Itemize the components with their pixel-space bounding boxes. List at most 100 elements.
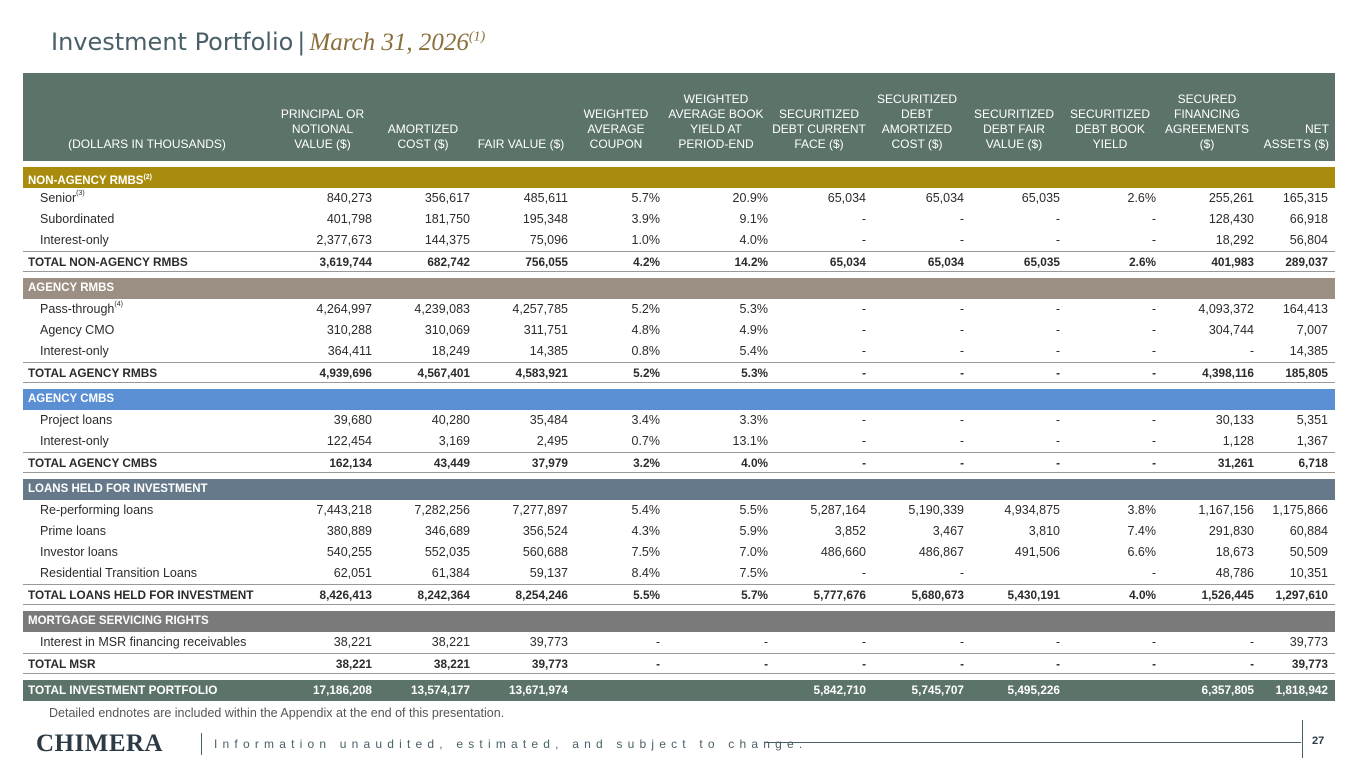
cell: 4,264,997	[316, 302, 372, 316]
row-label: TOTAL NON-AGENCY RMBS	[28, 255, 188, 269]
cell: -	[764, 657, 768, 671]
title-date: March 31, 2026(1)	[309, 29, 486, 56]
cell: 18,249	[431, 344, 470, 358]
row-label-text: Pass-through	[40, 302, 115, 316]
cell: 3.4%	[631, 413, 661, 427]
cell: 552,035	[424, 545, 470, 559]
cell: -	[861, 344, 866, 358]
cell: 8,426,413	[319, 588, 372, 602]
table-row: Agency CMO 310,288 310,069 311,751 4.8% 4.9% -…	[23, 320, 1335, 341]
cell: -	[763, 635, 768, 649]
section-header: NON-AGENCY RMBS(2)	[23, 167, 1335, 188]
footer-divider	[201, 733, 202, 755]
cell: 50,509	[1289, 545, 1328, 559]
cell: -	[959, 344, 964, 358]
cell: 181,750	[424, 212, 470, 226]
cell: -	[1249, 344, 1254, 358]
cell: 10,351	[1289, 566, 1328, 580]
cell: 144,375	[424, 233, 470, 247]
cell: 5.5%	[633, 588, 660, 602]
table-row: Prime loans 380,889 346,689 356,524 4.3% 5.9%…	[23, 521, 1335, 542]
cell: 310,069	[424, 323, 470, 337]
section-header: AGENCY CMBS	[23, 389, 1335, 410]
cell: 65,034	[927, 255, 964, 269]
title-footnote: (1)	[468, 29, 486, 45]
cell: -	[1250, 657, 1254, 671]
cell: 39,773	[1291, 657, 1328, 671]
row-label-text: Senior	[40, 191, 77, 205]
cell: 3,810	[1028, 524, 1060, 538]
cell: 4.0%	[739, 233, 769, 247]
cell: 65,034	[829, 255, 866, 269]
cell: 1,167,156	[1198, 503, 1254, 517]
cell: -	[861, 323, 866, 337]
cell: 4.8%	[631, 323, 661, 337]
row-label: TOTAL LOANS HELD FOR INVESTMENT	[28, 588, 254, 602]
cell: 4,398,116	[1202, 366, 1254, 380]
cell: -	[1151, 566, 1156, 580]
cell: -	[1151, 413, 1156, 427]
column-header: PRINCIPAL OR NOTIONAL VALUE ($)	[280, 107, 365, 151]
cell: 4,939,696	[319, 366, 372, 380]
row-label: Residential Transition Loans	[23, 563, 271, 584]
cell: -	[1056, 456, 1060, 470]
table-row: Project loans 39,680 40,280 35,484 3.4% 3.3% -…	[23, 410, 1335, 431]
cell: 7,007	[1296, 323, 1328, 337]
page-number: 27	[1312, 735, 1325, 747]
cell: 56,804	[1289, 233, 1328, 247]
row-label: TOTAL AGENCY RMBS	[28, 366, 158, 380]
cell: 1,526,445	[1201, 588, 1254, 602]
column-header: WEIGHTED AVERAGE BOOK YIELD AT PERIOD-EN…	[668, 92, 764, 151]
row-footnote: (3)	[76, 190, 85, 197]
cell: 38,221	[335, 657, 372, 671]
cell: 311,751	[523, 323, 568, 337]
cell: 20.9%	[732, 191, 768, 205]
cell: 1.0%	[631, 233, 661, 247]
table-row: Interest-only 122,454 3,169 2,495 0.7% 13.1% -…	[23, 431, 1335, 452]
cell: 7.0%	[739, 545, 769, 559]
cell: 5.2%	[631, 302, 661, 316]
cell: 1,367	[1296, 434, 1328, 448]
cell: 185,805	[1285, 366, 1328, 380]
section-header: AGENCY RMBS	[23, 278, 1335, 299]
cell: 65,035	[1021, 191, 1060, 205]
section-label: LOANS HELD FOR INVESTMENT	[28, 483, 208, 495]
cell: 164,413	[1282, 302, 1328, 316]
cell: -	[1055, 434, 1060, 448]
section-footnote: (2)	[143, 174, 152, 181]
cell: 3.8%	[1127, 503, 1157, 517]
cell: -	[655, 635, 660, 649]
row-label: Interest in MSR financing receivables	[23, 632, 271, 653]
cell: 8,254,246	[515, 588, 568, 602]
cell: -	[960, 456, 964, 470]
cell: 4.3%	[631, 524, 661, 538]
table-row: Interest in MSR financing receivables 38,…	[23, 632, 1335, 653]
table-row: Re-performing loans 7,443,218 7,282,256 7,2…	[23, 500, 1335, 521]
cell: 39,773	[529, 635, 568, 649]
table-row: Residential Transition Loans 62,051 61,384…	[23, 563, 1335, 584]
row-label-text: Interest in MSR financing receivables	[40, 635, 247, 649]
cell: 2,495	[536, 434, 568, 448]
cell: -	[959, 635, 964, 649]
cell: 486,660	[820, 545, 866, 559]
cell: 5,430,191	[1007, 588, 1060, 602]
cell: -	[1151, 302, 1156, 316]
column-header: SECURITIZED DEBT AMORTIZED COST ($)	[876, 92, 957, 151]
cell: 5.3%	[741, 366, 768, 380]
table-row: Interest-only 2,377,673 144,375 75,096 1.0% 4…	[23, 230, 1335, 251]
row-label: Interest-only	[23, 431, 271, 452]
column-header: FAIR VALUE ($)	[477, 137, 565, 151]
row-label: Interest-only	[23, 341, 271, 362]
cell: 3.2%	[633, 456, 660, 470]
cell: 5.4%	[739, 344, 769, 358]
table-row: Senior(3) 840,273 356,617 485,611 5.7% 20.9% 6…	[23, 188, 1335, 209]
cell: 2,377,673	[316, 233, 372, 247]
cell: 4.9%	[739, 323, 769, 337]
cell: 7,277,897	[512, 503, 568, 517]
cell: -	[960, 657, 964, 671]
cell: 9.1%	[739, 212, 769, 226]
cell: 540,255	[326, 545, 372, 559]
cell: 7.4%	[1127, 524, 1157, 538]
cell: 5,842,710	[813, 683, 866, 697]
cell: -	[959, 434, 964, 448]
